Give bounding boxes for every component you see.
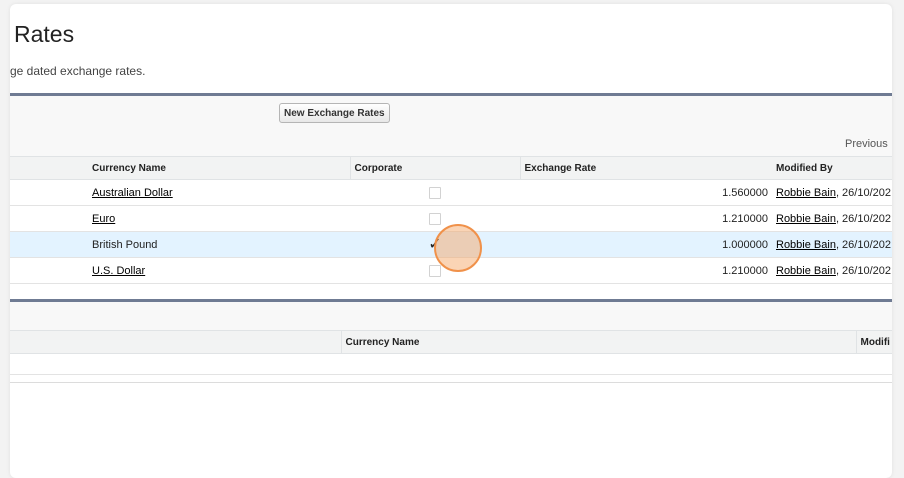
table-row-highlighted: British Pound ✓ 1.000000 Robbie Bain, 26… <box>10 231 892 258</box>
currency-name-link[interactable]: U.S. Dollar <box>92 265 145 277</box>
table-header-row: Currency Name Corporate Exchange Rate Mo… <box>10 156 892 180</box>
modified-by-user-link[interactable]: Robbie Bain <box>776 239 836 251</box>
column-header-currency-name[interactable]: Currency Name <box>88 156 350 180</box>
column-header-currency-name[interactable]: Currency Name <box>340 330 856 354</box>
column-header-blank <box>10 330 341 354</box>
modified-by-user-link[interactable]: Robbie Bain <box>776 187 836 199</box>
table-row: Australian Dollar 1.560000 Robbie Bain, … <box>10 179 892 206</box>
row-action-cell <box>10 205 88 232</box>
corporate-checkmark-icon: ✓ <box>428 235 442 253</box>
empty-cell <box>10 353 341 375</box>
exchange-rate-value: 1.000000 <box>520 231 772 258</box>
page-title: Rates <box>14 21 75 47</box>
table-header-row: Currency Name Modifi <box>10 330 892 354</box>
currency-name-link[interactable]: Euro <box>92 213 115 225</box>
column-header-blank <box>10 156 88 180</box>
column-header-exchange-rate[interactable]: Exchange Rate <box>519 156 772 180</box>
corporate-checkbox <box>429 212 441 225</box>
currency-name-text: British Pound <box>88 231 350 258</box>
modified-by-date: , 26/10/202 <box>835 212 891 225</box>
exchange-rate-value: 1.210000 <box>520 205 772 232</box>
exchange-rate-value: 1.560000 <box>520 179 772 206</box>
table-row: U.S. Dollar 1.210000 Robbie Bain, 26/10/… <box>10 257 892 284</box>
empty-cell <box>856 353 892 375</box>
modified-by-user-link[interactable]: Robbie Bain <box>776 265 836 277</box>
modified-by-date: , 26/10/202 <box>835 264 891 277</box>
modified-by-date: , 26/10/202 <box>835 238 891 251</box>
modified-by-date: , 26/10/202 <box>835 186 891 199</box>
exchange-rates-table: Currency Name Corporate Exchange Rate Mo… <box>10 156 892 284</box>
panel1-header <box>10 96 892 156</box>
row-action-cell <box>10 179 88 206</box>
exchange-rate-value: 1.210000 <box>520 257 772 284</box>
new-exchange-rates-button[interactable]: New Exchange Rates <box>279 103 390 123</box>
pagination-previous[interactable]: Previous <box>845 138 888 150</box>
table-row-empty <box>10 353 892 375</box>
panel2-header <box>10 302 892 330</box>
column-header-corporate[interactable]: Corporate <box>349 156 520 180</box>
row-action-cell <box>10 231 88 258</box>
column-header-modified[interactable]: Modifi <box>855 330 892 354</box>
exchange-rates-card: Rates ge dated exchange rates. New Excha… <box>10 4 892 478</box>
panel2-table: Currency Name Modifi <box>10 330 892 375</box>
row-action-cell <box>10 257 88 284</box>
corporate-checkbox <box>429 186 441 199</box>
empty-cell <box>341 353 856 375</box>
column-header-modified-by[interactable]: Modified By <box>772 156 892 180</box>
table-row: Euro 1.210000 Robbie Bain, 26/10/202 <box>10 205 892 232</box>
page-description: ge dated exchange rates. <box>10 64 146 78</box>
modified-by-user-link[interactable]: Robbie Bain <box>776 213 836 225</box>
currency-name-link[interactable]: Australian Dollar <box>92 187 173 199</box>
corporate-checkbox <box>429 264 441 277</box>
section-divider <box>10 382 892 383</box>
